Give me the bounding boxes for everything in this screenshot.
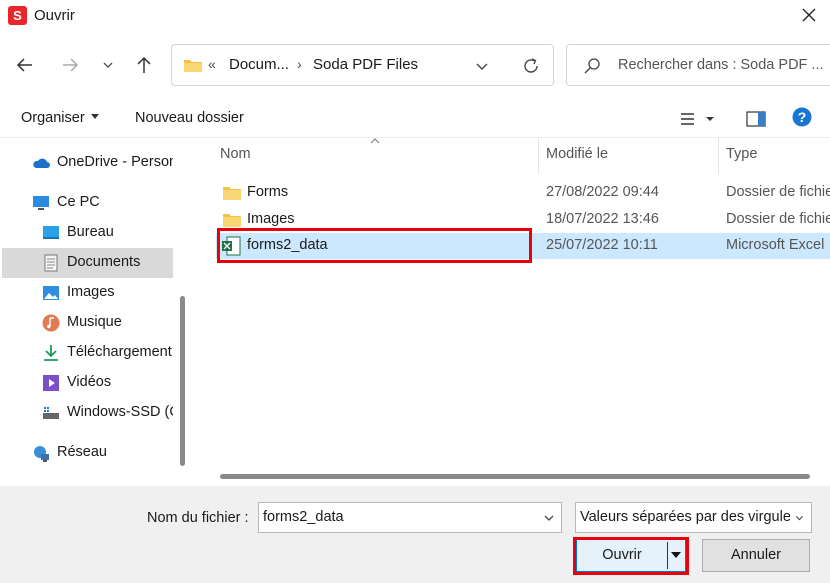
cloud-icon [33, 158, 50, 168]
column-header-modified[interactable]: Modifié le [546, 146, 608, 162]
column-header-name[interactable]: Nom [220, 146, 251, 162]
sidebar-item-documents[interactable]: Documents [2, 248, 173, 278]
help-icon[interactable]: ? [792, 107, 812, 127]
search-placeholder: Rechercher dans : Soda PDF ... [618, 57, 824, 73]
music-icon [42, 314, 60, 332]
breadcrumb-overflow[interactable]: « [208, 56, 216, 72]
file-name: Forms [247, 184, 289, 200]
chevron-down-icon[interactable] [474, 58, 490, 74]
title-bar: S Ouvrir [0, 0, 830, 32]
excel-file-icon [222, 236, 241, 256]
filename-field[interactable]: forms2_data [258, 502, 562, 533]
command-bar: Organiser Nouveau dossier ? [0, 98, 830, 138]
documents-icon [44, 254, 58, 272]
file-name: Images [247, 211, 295, 227]
sidebar-item-images[interactable]: Images [2, 278, 173, 308]
sidebar-item-label: OneDrive - Person [57, 154, 173, 170]
sidebar-item-label: Documents [67, 254, 141, 270]
navigation-pane: OneDrive - Person Ce PC Bureau Documents… [0, 138, 188, 486]
breadcrumb-soda-pdf-files[interactable]: Soda PDF Files [313, 56, 418, 73]
desktop-icon [43, 226, 59, 239]
sidebar-item-label: Vidéos [67, 374, 112, 390]
folder-icon [184, 60, 202, 72]
pictures-icon [43, 286, 59, 300]
drive-icon [43, 407, 59, 419]
sidebar-item-label: Bureau [67, 224, 114, 240]
dialog-footer: Nom du fichier : forms2_data Valeurs sép… [0, 486, 830, 583]
chevron-down-icon[interactable] [543, 512, 555, 524]
cancel-button[interactable]: Annuler [702, 539, 810, 572]
sidebar-scrollbar-thumb[interactable] [180, 296, 185, 466]
column-divider[interactable] [538, 138, 539, 174]
arrow-left-icon[interactable] [14, 54, 36, 76]
file-modified: 18/07/2022 13:46 [546, 211, 659, 227]
filename-label: Nom du fichier : [147, 510, 249, 526]
close-icon[interactable] [798, 4, 820, 26]
sidebar-item-windows-ssd[interactable]: Windows-SSD (C [2, 398, 173, 428]
sidebar-item-label: Musique [67, 314, 122, 330]
refresh-icon[interactable] [521, 56, 541, 76]
sidebar-item-label: Ce PC [57, 194, 100, 210]
file-name: forms2_data [247, 237, 328, 253]
sidebar-item-label: Téléchargement [67, 344, 172, 360]
file-type: Dossier de fichie [726, 211, 830, 227]
column-header-type[interactable]: Type [726, 146, 757, 162]
filename-value: forms2_data [263, 509, 344, 525]
split-divider [667, 542, 668, 569]
file-modified: 27/08/2022 09:44 [546, 184, 659, 200]
file-row-images[interactable]: Images 18/07/2022 13:46 Dossier de fichi… [216, 207, 830, 233]
file-type: Microsoft Excel [726, 237, 825, 253]
arrow-up-icon[interactable] [133, 54, 155, 76]
navigation-bar: « Docum... › Soda PDF Files Rechercher d… [0, 32, 830, 96]
filetype-value: Valeurs séparées par des virgules [580, 509, 799, 525]
new-folder-button[interactable]: Nouveau dossier [135, 110, 244, 126]
column-divider[interactable] [718, 138, 719, 174]
window-title: Ouvrir [34, 7, 75, 24]
organise-label: Organiser [21, 110, 85, 126]
filetype-select[interactable]: Valeurs séparées par des virgules [575, 502, 812, 533]
sidebar-item-telechargement[interactable]: Téléchargement [2, 338, 173, 368]
file-list: Nom Modifié le Type Forms 27/08/2022 09:… [200, 138, 830, 486]
sidebar-item-label: Réseau [57, 444, 107, 460]
file-row-forms[interactable]: Forms 27/08/2022 09:44 Dossier de fichie [216, 180, 830, 206]
sidebar-item-reseau[interactable]: Réseau [2, 438, 173, 468]
horizontal-scrollbar[interactable] [220, 474, 810, 479]
sidebar-item-videos[interactable]: Vidéos [2, 368, 173, 398]
sidebar-item-musique[interactable]: Musique [2, 308, 173, 338]
chevron-down-icon[interactable] [97, 54, 119, 76]
preview-pane-icon[interactable] [746, 110, 766, 128]
sidebar-item-label: Windows-SSD (C [67, 404, 173, 420]
video-icon [43, 375, 59, 391]
sidebar-item-bureau[interactable]: Bureau [2, 218, 173, 248]
computer-icon [33, 196, 49, 210]
sidebar-item-onedrive[interactable]: OneDrive - Person [2, 148, 173, 178]
file-row-forms2-data[interactable]: forms2_data 25/07/2022 10:11 Microsoft E… [216, 233, 830, 259]
network-icon [34, 446, 49, 462]
search-icon [584, 58, 600, 74]
folder-icon [223, 187, 241, 200]
open-button[interactable]: Ouvrir [576, 539, 686, 572]
file-type: Dossier de fichie [726, 184, 830, 200]
svg-text:?: ? [798, 109, 807, 125]
arrow-right-icon[interactable] [59, 54, 81, 76]
search-input[interactable]: Rechercher dans : Soda PDF ... [566, 44, 830, 86]
breadcrumb-documents[interactable]: Docum... [229, 56, 289, 73]
sort-ascending-icon [370, 138, 380, 144]
chevron-down-icon [790, 512, 805, 524]
sidebar-item-ce-pc[interactable]: Ce PC [2, 188, 173, 218]
soda-pdf-icon: S [8, 6, 27, 25]
caret-down-icon [90, 114, 99, 119]
file-modified: 25/07/2022 10:11 [546, 237, 658, 253]
caret-down-icon[interactable] [671, 552, 681, 558]
organise-menu-button[interactable]: Organiser [21, 110, 99, 126]
download-icon [44, 345, 58, 361]
address-bar[interactable]: « Docum... › Soda PDF Files [171, 44, 554, 86]
view-options-icon[interactable] [680, 111, 716, 127]
sidebar-item-label: Images [67, 284, 115, 300]
breadcrumb-separator[interactable]: › [297, 56, 302, 72]
folder-icon [223, 214, 241, 227]
open-button-label: Ouvrir [602, 547, 642, 563]
